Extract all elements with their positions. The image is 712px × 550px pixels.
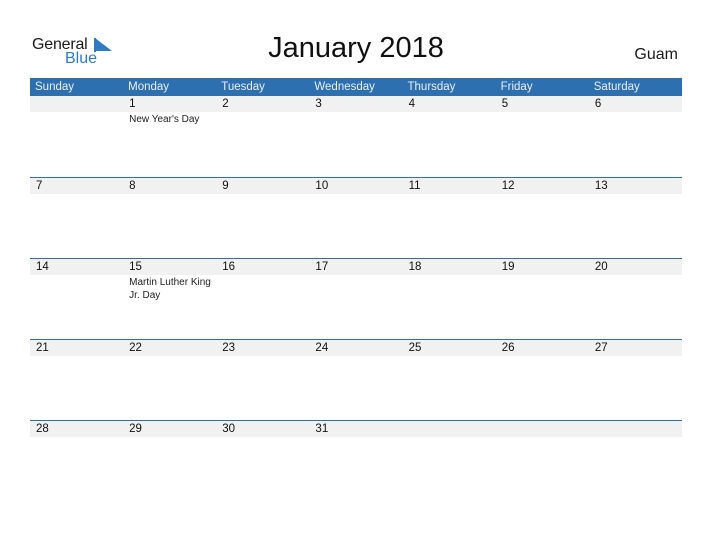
- day-number: 15: [129, 261, 142, 273]
- day-cell: 6: [589, 96, 682, 176]
- day-cell: 2: [216, 96, 309, 176]
- week-row: 28 29 30 31: [30, 420, 682, 501]
- day-cell: 16: [216, 259, 309, 339]
- day-cell: 27: [589, 340, 682, 420]
- day-cell: 31: [309, 421, 402, 501]
- day-cell: 9: [216, 178, 309, 258]
- day-cell: 3: [309, 96, 402, 176]
- weekday-thursday: Thursday: [407, 81, 456, 93]
- day-number: 24: [315, 342, 329, 354]
- day-cell: 22: [123, 340, 216, 420]
- day-number: 11: [408, 180, 421, 192]
- day-cell: 29: [123, 421, 216, 501]
- calendar-title: January 2018: [268, 32, 444, 64]
- day-cell: 20: [589, 259, 682, 339]
- day-cell: 18: [403, 259, 496, 339]
- holiday-label: New Year's Day: [129, 114, 200, 125]
- weekday-saturday: Saturday: [593, 81, 640, 93]
- day-number: 16: [222, 261, 236, 273]
- day-cell: 14: [30, 259, 123, 339]
- day-cell: 24: [309, 340, 402, 420]
- day-cell: 11: [403, 178, 496, 258]
- day-cell: [403, 421, 496, 501]
- weekday-header: Sunday Monday Tuesday Wednesday Thursday…: [30, 78, 682, 96]
- day-cell: 13: [589, 178, 682, 258]
- day-number: 25: [408, 342, 422, 354]
- day-cell: 30: [216, 421, 309, 501]
- day-number: 7: [36, 180, 43, 192]
- day-cell: 23: [216, 340, 309, 420]
- day-number: 14: [36, 261, 49, 273]
- day-number: 13: [594, 180, 608, 192]
- day-number: 20: [594, 261, 608, 273]
- region-label: Guam: [634, 46, 678, 63]
- day-number: 3: [315, 98, 322, 110]
- day-number: 9: [222, 180, 229, 192]
- day-cell: [30, 96, 123, 176]
- weekday-wednesday: Wednesday: [314, 81, 375, 93]
- day-number: 21: [36, 342, 49, 354]
- day-number: 27: [594, 342, 608, 354]
- day-cell: [589, 421, 682, 501]
- day-number: 8: [129, 180, 136, 192]
- day-cell: 5: [496, 96, 589, 176]
- day-number: 31: [315, 423, 329, 435]
- week-row: 21 22 23 24 25 26 27: [30, 339, 682, 420]
- day-number: 18: [408, 261, 422, 273]
- weekday-monday: Monday: [128, 81, 170, 93]
- week-row: 7 8 9 10 11 12 13: [30, 177, 682, 258]
- day-cell: 1 New Year's Day: [123, 96, 216, 176]
- day-cell: 15 Martin Luther King Jr. Day: [123, 259, 216, 339]
- day-number: 23: [222, 342, 236, 354]
- day-cell: 28: [30, 421, 123, 501]
- day-number: 10: [315, 180, 329, 192]
- day-cell: 21: [30, 340, 123, 420]
- weekday-tuesday: Tuesday: [221, 81, 265, 93]
- day-number: 6: [594, 98, 602, 110]
- day-number: 17: [315, 261, 329, 273]
- week-row: 1 New Year's Day 2 3 4 5 6: [30, 96, 682, 176]
- day-cell: 26: [496, 340, 589, 420]
- day-number: 29: [129, 423, 142, 435]
- day-cell: 17: [309, 259, 402, 339]
- day-number: 30: [222, 423, 236, 435]
- day-cell: 7: [30, 178, 123, 258]
- day-number: 26: [501, 342, 515, 354]
- day-cell: 10: [309, 178, 402, 258]
- holiday-label: Martin Luther King Jr. Day: [129, 277, 211, 301]
- day-cell: 12: [496, 178, 589, 258]
- day-cell: 19: [496, 259, 589, 339]
- day-cell: 4: [403, 96, 496, 176]
- day-cell: 8: [123, 178, 216, 258]
- day-number: 1: [129, 98, 136, 110]
- day-cell: 25: [403, 340, 496, 420]
- weekday-friday: Friday: [500, 81, 533, 93]
- day-number: 5: [501, 98, 509, 110]
- day-number: 22: [129, 342, 142, 354]
- day-number: 2: [222, 98, 229, 110]
- day-number: 12: [501, 180, 515, 192]
- day-cell: [496, 421, 589, 501]
- week-row: 14 15 Martin Luther King Jr. Day 16 17 18 19 20: [30, 258, 682, 339]
- day-number: 28: [36, 423, 49, 435]
- weekday-sunday: Sunday: [35, 81, 75, 93]
- day-number: 19: [501, 261, 515, 273]
- day-number: 4: [408, 98, 415, 110]
